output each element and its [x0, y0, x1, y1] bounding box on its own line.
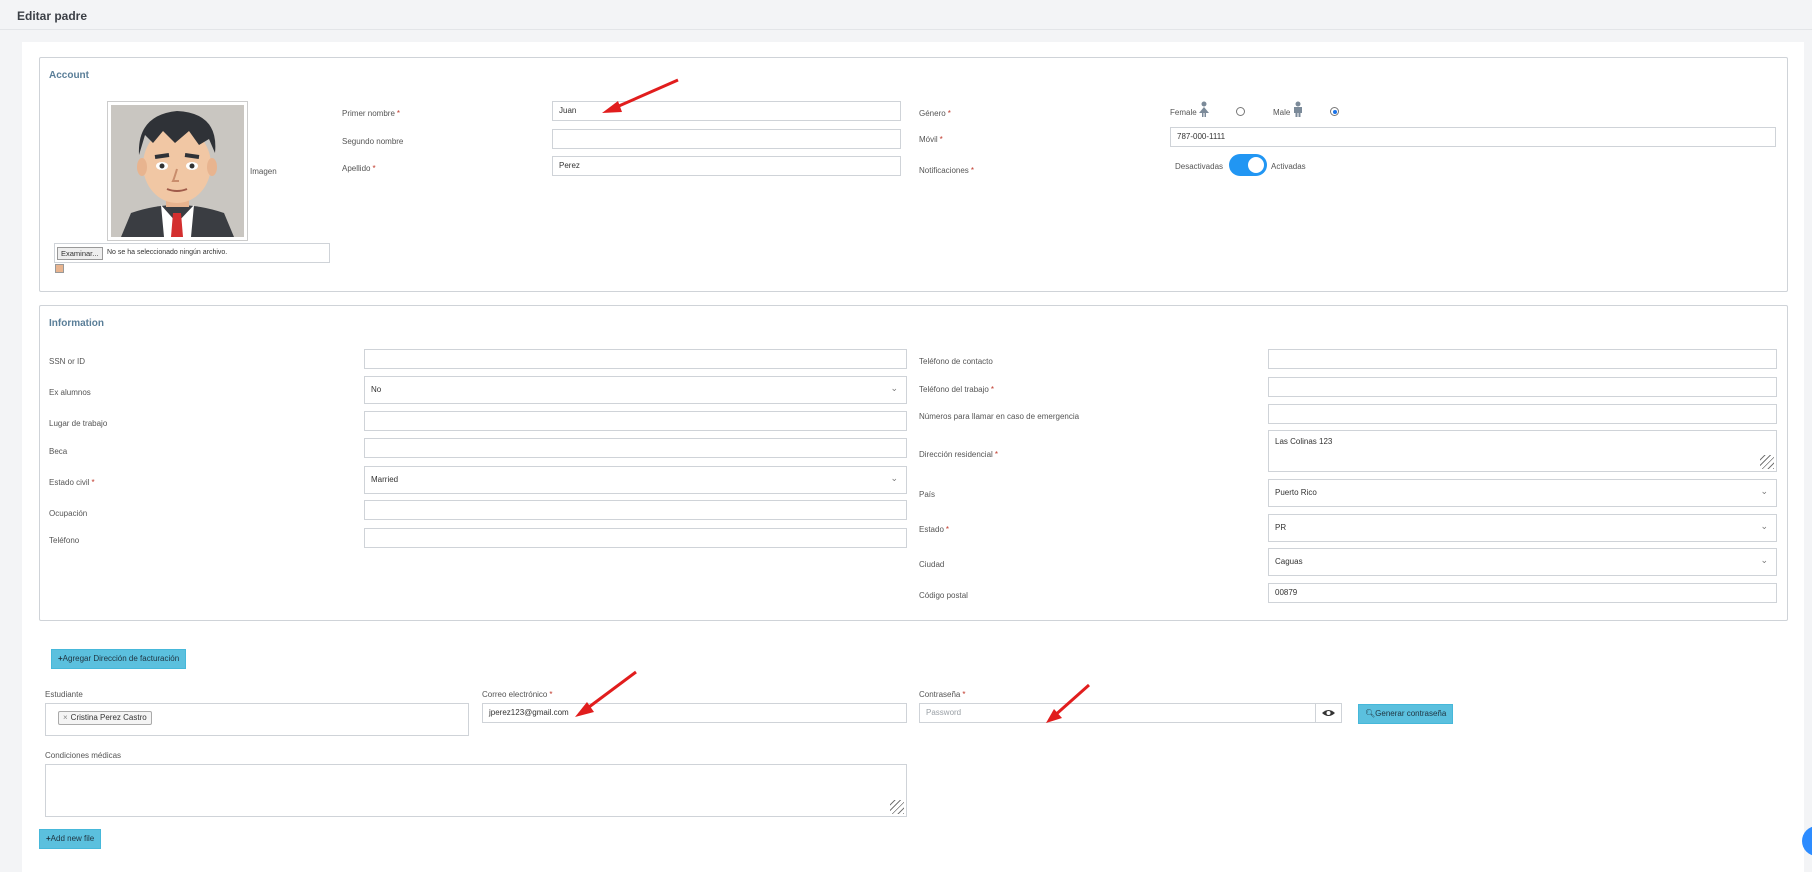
male-radio[interactable]: [1330, 107, 1339, 116]
postal-input[interactable]: 00879: [1268, 583, 1777, 603]
segundo-nombre-label: Segundo nombre: [342, 137, 404, 146]
file-status: No se ha seleccionado ningún archivo.: [107, 249, 228, 256]
email-label: Correo electrónico *: [482, 690, 553, 699]
female-icon: [1198, 101, 1210, 122]
annotation-arrow-icon: [602, 78, 679, 113]
notificaciones-label: Notificaciones *: [919, 166, 974, 175]
emergencia-input[interactable]: [1268, 404, 1777, 424]
tel-contacto-input[interactable]: [1268, 349, 1777, 369]
direccion-label: Dirección residencial *: [919, 450, 998, 459]
ciudad-select[interactable]: Caguas: [1268, 548, 1777, 576]
ex-alumnos-select[interactable]: No: [364, 376, 907, 404]
postal-label: Código postal: [919, 591, 968, 600]
tel-trabajo-label: Teléfono del trabajo *: [919, 385, 994, 394]
annotation-arrow-icon: [575, 670, 637, 717]
estado-civil-label: Estado civil *: [49, 478, 95, 487]
browse-button[interactable]: Examinar...: [57, 247, 103, 260]
annotation-arrow-icon: [1046, 683, 1090, 723]
direccion-textarea[interactable]: Las Colinas 123: [1268, 430, 1777, 472]
direccion-value: Las Colinas 123: [1275, 437, 1333, 446]
ex-alumnos-label: Ex alumnos: [49, 388, 91, 397]
password-label: Contraseña *: [919, 690, 966, 699]
imagen-label: Imagen: [250, 167, 277, 176]
resize-grip-icon[interactable]: [890, 800, 904, 814]
tel-contacto-label: Teléfono de contacto: [919, 357, 993, 366]
pais-select[interactable]: Puerto Rico: [1268, 479, 1777, 507]
primer-nombre-label: Primer nombre *: [342, 109, 401, 118]
file-input[interactable]: Examinar... No se ha seleccionado ningún…: [54, 243, 330, 263]
beca-input[interactable]: [364, 438, 907, 458]
estudiante-tag[interactable]: × Cristina Perez Castro: [58, 711, 152, 725]
condiciones-label: Condiciones médicas: [45, 751, 122, 760]
ocupacion-input[interactable]: [364, 500, 907, 520]
notif-on-label: Activadas: [1271, 162, 1306, 171]
password-input[interactable]: Password: [919, 703, 1316, 723]
ssn-label: SSN or ID: [49, 357, 86, 366]
segundo-nombre-input[interactable]: [552, 129, 901, 149]
pais-label: País: [919, 490, 936, 499]
generate-password-button[interactable]: 🔍︎Generar contraseña: [1358, 704, 1454, 724]
estado-label: Estado *: [919, 525, 950, 534]
tel-trabajo-input[interactable]: [1268, 377, 1777, 397]
male-icon: [1292, 101, 1304, 122]
notificaciones-toggle[interactable]: [1229, 154, 1267, 176]
eye-icon: [1322, 710, 1335, 716]
lugar-label: Lugar de trabajo: [49, 419, 108, 428]
movil-label: Móvil *: [919, 135, 943, 144]
show-password-button[interactable]: [1315, 703, 1342, 723]
email-input[interactable]: jperez123@gmail.com: [482, 703, 907, 723]
apellido-input[interactable]: Perez: [552, 156, 901, 176]
estudiante-label: Estudiante: [45, 690, 83, 699]
notif-off-label: Desactivadas: [1175, 162, 1224, 171]
telefono-label: Teléfono: [49, 536, 80, 545]
avatar-image: [107, 101, 248, 241]
resize-grip-icon[interactable]: [1760, 455, 1774, 469]
lugar-input[interactable]: [364, 411, 907, 431]
emergencia-label: Números para llamar en caso de emergenci…: [919, 412, 1080, 421]
key-icon: 🔍︎: [1365, 709, 1376, 718]
thumbnail-image: [55, 264, 64, 273]
add-billing-address-button[interactable]: +Agregar Dirección de facturación: [51, 649, 187, 669]
password-placeholder: Password: [926, 708, 962, 717]
estado-civil-select[interactable]: Married: [364, 466, 907, 494]
genero-label: Género *: [919, 109, 951, 118]
movil-input[interactable]: 787-000-1111: [1170, 127, 1776, 147]
ssn-input[interactable]: [364, 349, 907, 369]
female-radio[interactable]: [1236, 107, 1245, 116]
male-label: Male: [1273, 108, 1291, 117]
ocupacion-label: Ocupación: [49, 509, 88, 518]
beca-label: Beca: [49, 447, 68, 456]
information-legend: Information: [49, 318, 104, 329]
ciudad-label: Ciudad: [919, 560, 945, 569]
estado-select[interactable]: PR: [1268, 514, 1777, 542]
remove-tag-icon[interactable]: ×: [63, 713, 68, 722]
account-legend: Account: [49, 70, 89, 81]
estudiante-multiselect[interactable]: × Cristina Perez Castro: [45, 703, 469, 736]
condiciones-textarea[interactable]: [45, 764, 907, 817]
page-title: Editar padre: [17, 9, 88, 23]
add-new-file-button[interactable]: +Add new file: [39, 829, 102, 849]
page-header: Editar padre: [0, 0, 1812, 30]
female-label: Female: [1170, 108, 1197, 117]
apellido-label: Apellido *: [342, 164, 376, 173]
telefono-input[interactable]: [364, 528, 907, 548]
